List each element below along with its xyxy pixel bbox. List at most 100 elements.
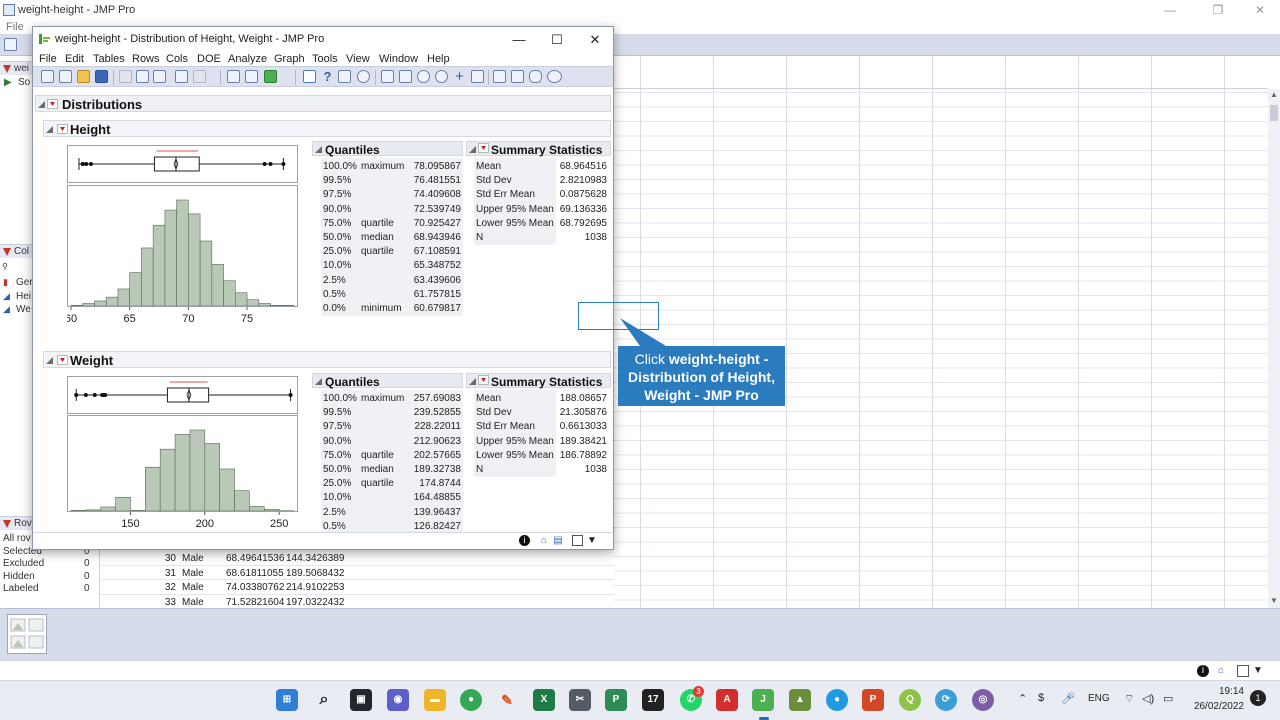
maximize-icon[interactable]: ☐ [543, 31, 571, 48]
height-histogram[interactable] [67, 185, 298, 307]
minimize-icon[interactable]: — [1160, 2, 1180, 18]
restore-icon[interactable]: ❐ [1208, 2, 1228, 18]
info-icon[interactable]: i [1197, 665, 1209, 677]
disclosure-icon[interactable] [469, 378, 476, 385]
crosshair-tool-icon[interactable] [357, 70, 370, 83]
cell-gender[interactable]: Male [182, 597, 204, 608]
menu-window[interactable]: Window [379, 53, 418, 65]
start-icon[interactable]: ⊞ [276, 689, 298, 711]
close-icon[interactable]: ✕ [581, 31, 609, 48]
height-boxplot[interactable] [67, 145, 298, 183]
copy-icon[interactable] [136, 70, 149, 83]
weight-outline-header[interactable]: Weight [43, 351, 611, 368]
red-triangle-menu-icon[interactable] [478, 375, 489, 385]
columns-panel-menu-icon[interactable] [3, 248, 11, 256]
new-script-icon[interactable] [59, 70, 72, 83]
dropdown-arrow-icon[interactable]: ▼ [1252, 665, 1264, 677]
table-row[interactable]: 32 Male 74.03380762 214.9102253 [100, 580, 614, 595]
cell-weight[interactable]: 197.0322432 [286, 597, 344, 608]
cell-weight[interactable]: 144.3426389 [286, 553, 344, 564]
acrobat-icon[interactable]: A [716, 689, 738, 711]
report-window-title[interactable]: weight-height - Distribution of Height, … [55, 33, 324, 45]
jmp-taskbar-icon[interactable]: J [752, 689, 774, 711]
cell-height[interactable]: 68.61811055 [226, 568, 284, 579]
home-icon[interactable]: ⌂ [538, 535, 550, 547]
app-icon[interactable]: ◎ [972, 689, 994, 711]
data-table-link-icon[interactable]: ▤ [552, 535, 564, 547]
excel-icon[interactable]: X [533, 689, 555, 711]
red-triangle-menu-icon[interactable] [57, 124, 68, 134]
powerpoint-icon[interactable]: P [862, 689, 884, 711]
tray-microphone-icon[interactable]: 🎤︎ [1061, 692, 1075, 705]
distributions-outline-header[interactable]: Distributions [35, 95, 611, 112]
plus-tool-icon[interactable]: + [453, 69, 466, 84]
table-row[interactable]: 31 Male 68.61811055 189.5068432 [100, 566, 614, 580]
main-toolbar-icon[interactable] [4, 38, 17, 51]
journal-icon[interactable] [193, 70, 206, 83]
menu-tools[interactable]: Tools [312, 53, 338, 65]
weight-histogram[interactable] [67, 415, 298, 512]
report-window-titlebar[interactable]: weight-height - Distribution of Height, … [33, 27, 613, 52]
script-window-icon[interactable] [175, 70, 188, 83]
red-triangle-menu-icon[interactable] [57, 355, 68, 365]
report-thumbnail[interactable] [7, 614, 47, 654]
disclosure-icon[interactable] [315, 146, 322, 153]
window-list-icon[interactable] [1237, 665, 1249, 677]
photos-icon[interactable]: ▲ [789, 689, 811, 711]
notification-count-badge[interactable]: 1 [1250, 690, 1266, 706]
magnifier-icon[interactable] [435, 70, 448, 83]
scrollbar-thumb[interactable] [1270, 105, 1278, 121]
grabber-hand-icon[interactable] [381, 70, 394, 83]
search-icon[interactable]: ⌕ [313, 689, 335, 711]
distribution-report-window[interactable]: weight-height - Distribution of Height, … [32, 26, 614, 550]
menu-graph[interactable]: Graph [274, 53, 305, 65]
add-ins-icon[interactable] [264, 70, 277, 83]
annotate-tool-icon[interactable] [493, 70, 506, 83]
open-folder-icon[interactable] [77, 70, 90, 83]
scroll-down-icon[interactable]: ▼ [1270, 597, 1278, 605]
new-data-table-icon[interactable] [41, 70, 54, 83]
cell-height[interactable]: 71.52821604 [226, 597, 284, 608]
red-triangle-menu-icon[interactable] [478, 143, 489, 153]
cell-height[interactable]: 68.49641536 [226, 553, 284, 564]
browser-icon[interactable]: ● [826, 689, 848, 711]
save-icon[interactable] [95, 70, 108, 83]
menu-cols[interactable]: Cols [166, 53, 188, 65]
app-icon[interactable]: ✎ [496, 689, 518, 711]
polygon-tool-icon[interactable] [529, 70, 542, 83]
minimize-icon[interactable]: — [505, 31, 533, 48]
disclosure-icon[interactable] [469, 146, 476, 153]
cell-gender[interactable]: Male [182, 568, 204, 579]
data-table-icon[interactable] [227, 70, 240, 83]
tray-volume-icon[interactable]: ◁) [1142, 692, 1154, 705]
snipping-tool-icon[interactable]: ✂ [569, 689, 591, 711]
red-triangle-menu-icon[interactable] [47, 99, 58, 109]
info-icon[interactable]: i [519, 535, 530, 546]
line-tool-icon[interactable] [471, 70, 484, 83]
close-icon[interactable]: ✕ [1250, 2, 1270, 18]
brush-tool-icon[interactable] [399, 70, 412, 83]
menu-edit[interactable]: Edit [65, 53, 84, 65]
weight-boxplot[interactable] [67, 376, 298, 414]
disclosure-icon[interactable] [46, 126, 53, 133]
menu-file[interactable]: File [39, 53, 57, 65]
height-quantiles-header[interactable]: Quantiles [312, 141, 463, 157]
chrome-icon[interactable]: ● [460, 689, 482, 711]
weight-quantiles-header[interactable]: Quantiles [312, 373, 463, 389]
layout-icon[interactable] [245, 70, 258, 83]
cell-weight[interactable]: 189.5068432 [286, 568, 344, 579]
script-item[interactable]: So [18, 77, 30, 88]
tray-clock-time[interactable]: 19:14 [1206, 686, 1244, 697]
window-list-icon[interactable] [572, 535, 583, 546]
selection-tool-icon[interactable] [338, 70, 351, 83]
menu-tables[interactable]: Tables [93, 53, 125, 65]
tray-language[interactable]: ENG [1088, 693, 1110, 704]
cell-height[interactable]: 74.03380762 [226, 582, 284, 593]
column-item-height[interactable]: Hei [16, 291, 31, 302]
arrow-tool-icon[interactable] [303, 70, 316, 83]
tray-chevron-up-icon[interactable]: ⌃ [1018, 692, 1027, 705]
table-row[interactable]: 33 Male 71.52821604 197.0322432 [100, 595, 614, 609]
tray-currency-icon[interactable]: $ [1038, 692, 1044, 704]
height-outline-header[interactable]: Height [43, 120, 611, 137]
height-summary-header[interactable]: Summary Statistics [466, 141, 611, 157]
